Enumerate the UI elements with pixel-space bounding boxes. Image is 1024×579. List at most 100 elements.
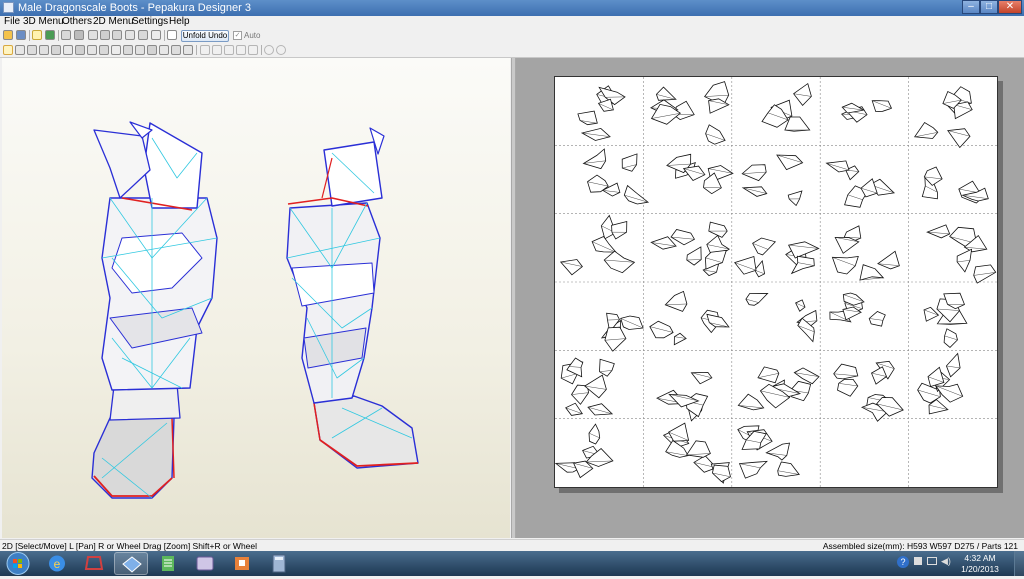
start-button[interactable] xyxy=(3,551,33,576)
fold-line-icon[interactable] xyxy=(123,45,133,55)
zoom-out-icon[interactable] xyxy=(276,45,286,55)
calculator-app-icon[interactable] xyxy=(262,552,296,575)
clock-time[interactable]: 4:32 AM xyxy=(950,553,1010,563)
orange-box-app-icon[interactable] xyxy=(225,552,259,575)
window-icon[interactable] xyxy=(167,30,177,40)
pattern-page[interactable] xyxy=(924,293,967,347)
edge-icon[interactable] xyxy=(111,45,121,55)
flap-icon[interactable] xyxy=(125,30,135,40)
zoom-part-icon[interactable] xyxy=(63,45,73,55)
rotate-part-icon[interactable] xyxy=(27,45,37,55)
pattern-page[interactable] xyxy=(664,423,731,483)
action-center-flag-icon[interactable] xyxy=(914,557,922,565)
pepakura-designer-icon[interactable] xyxy=(114,552,148,575)
unfolded-part xyxy=(796,300,805,311)
menu-help[interactable]: Help xyxy=(168,16,191,27)
menu-file[interactable]: File xyxy=(3,16,21,27)
join-icon[interactable] xyxy=(100,30,110,40)
clock-date[interactable]: 1/20/2013 xyxy=(950,564,1010,574)
align-top-icon[interactable] xyxy=(236,45,246,55)
print-icon[interactable] xyxy=(171,45,181,55)
3d-view[interactable] xyxy=(2,58,510,538)
unfolded-part xyxy=(788,191,802,206)
green-document-app-icon[interactable] xyxy=(151,552,185,575)
pattern-page[interactable] xyxy=(651,82,729,145)
pattern-page[interactable] xyxy=(915,87,973,148)
pattern-page[interactable] xyxy=(826,161,894,207)
anchor-icon[interactable] xyxy=(112,30,122,40)
network-icon[interactable] xyxy=(927,557,937,565)
pattern-page[interactable] xyxy=(578,86,625,141)
select-mode-icon[interactable] xyxy=(3,45,13,55)
2d-view[interactable] xyxy=(516,58,1024,538)
minimize-button[interactable]: – xyxy=(962,0,980,14)
join-part-icon[interactable] xyxy=(87,45,97,55)
unfolded-part xyxy=(582,128,610,140)
unfolded-part xyxy=(834,364,858,379)
pattern-page[interactable] xyxy=(667,154,733,193)
image-icon[interactable] xyxy=(147,45,157,55)
red-cube-app-icon[interactable] xyxy=(77,552,111,575)
pattern-page[interactable] xyxy=(927,225,996,283)
texture-icon[interactable] xyxy=(45,30,55,40)
align-bottom-icon[interactable] xyxy=(248,45,258,55)
disconnect-icon[interactable] xyxy=(99,45,109,55)
view-3d-icon[interactable] xyxy=(32,30,42,40)
pattern-page[interactable] xyxy=(556,424,613,478)
pattern-page[interactable] xyxy=(650,291,729,344)
auto-checkbox[interactable]: ✓ xyxy=(233,31,242,40)
pattern-page[interactable] xyxy=(738,426,799,478)
text-icon[interactable] xyxy=(51,45,61,55)
select-icon[interactable] xyxy=(151,30,161,40)
pattern-page[interactable] xyxy=(735,238,819,277)
page-icon[interactable] xyxy=(159,45,169,55)
menu-3d[interactable]: 3D Menu xyxy=(22,16,65,27)
menu-2d[interactable]: 2D Menu xyxy=(92,16,135,27)
flip-icon[interactable] xyxy=(39,45,49,55)
align-center-icon[interactable] xyxy=(212,45,222,55)
menu-others[interactable]: Others xyxy=(61,16,93,27)
tab-icon[interactable] xyxy=(135,45,145,55)
show-desktop-button[interactable] xyxy=(1014,551,1024,576)
game-app-icon[interactable] xyxy=(188,552,222,575)
close-button[interactable]: ✕ xyxy=(998,0,1022,14)
align-right-icon[interactable] xyxy=(224,45,234,55)
open-icon[interactable] xyxy=(3,30,13,40)
align-left-icon[interactable] xyxy=(200,45,210,55)
internet-explorer-icon[interactable]: e xyxy=(40,552,74,575)
save-icon[interactable] xyxy=(16,30,26,40)
move-part-icon[interactable] xyxy=(75,45,85,55)
unfolded-part xyxy=(778,462,800,476)
arrange-icon[interactable] xyxy=(15,45,25,55)
pattern-page[interactable] xyxy=(561,216,635,275)
pattern-page[interactable] xyxy=(830,293,885,326)
pattern-page[interactable] xyxy=(561,358,614,415)
pattern-page[interactable] xyxy=(742,155,802,206)
help-icon[interactable]: ? xyxy=(897,556,909,568)
move-icon[interactable] xyxy=(74,30,84,40)
rotate-icon[interactable] xyxy=(61,30,71,40)
pattern-page[interactable] xyxy=(738,367,819,410)
maximize-button[interactable]: □ xyxy=(980,0,998,14)
pattern-page[interactable] xyxy=(918,354,963,414)
layout-icon[interactable] xyxy=(183,45,193,55)
unfolded-part xyxy=(946,354,960,377)
menu-settings[interactable]: Settings xyxy=(131,16,169,27)
split-icon[interactable] xyxy=(138,30,148,40)
unfold-undo-button[interactable]: Unfold Undo xyxy=(181,30,229,42)
pattern-page[interactable] xyxy=(762,84,811,132)
app-icon[interactable] xyxy=(3,2,14,13)
pattern-sheet xyxy=(554,76,998,488)
pattern-page[interactable] xyxy=(922,167,988,203)
pattern-page[interactable] xyxy=(832,226,899,280)
pattern-page[interactable] xyxy=(834,361,904,421)
zoom-in-icon[interactable] xyxy=(264,45,274,55)
boots-3d-model xyxy=(2,58,510,538)
pattern-page[interactable] xyxy=(746,293,817,341)
pattern-page[interactable] xyxy=(842,101,892,123)
edit-icon[interactable] xyxy=(88,30,98,40)
pattern-page[interactable] xyxy=(651,222,729,276)
pattern-page[interactable] xyxy=(657,372,712,420)
pattern-page[interactable] xyxy=(602,313,643,351)
pattern-page[interactable] xyxy=(584,149,649,204)
